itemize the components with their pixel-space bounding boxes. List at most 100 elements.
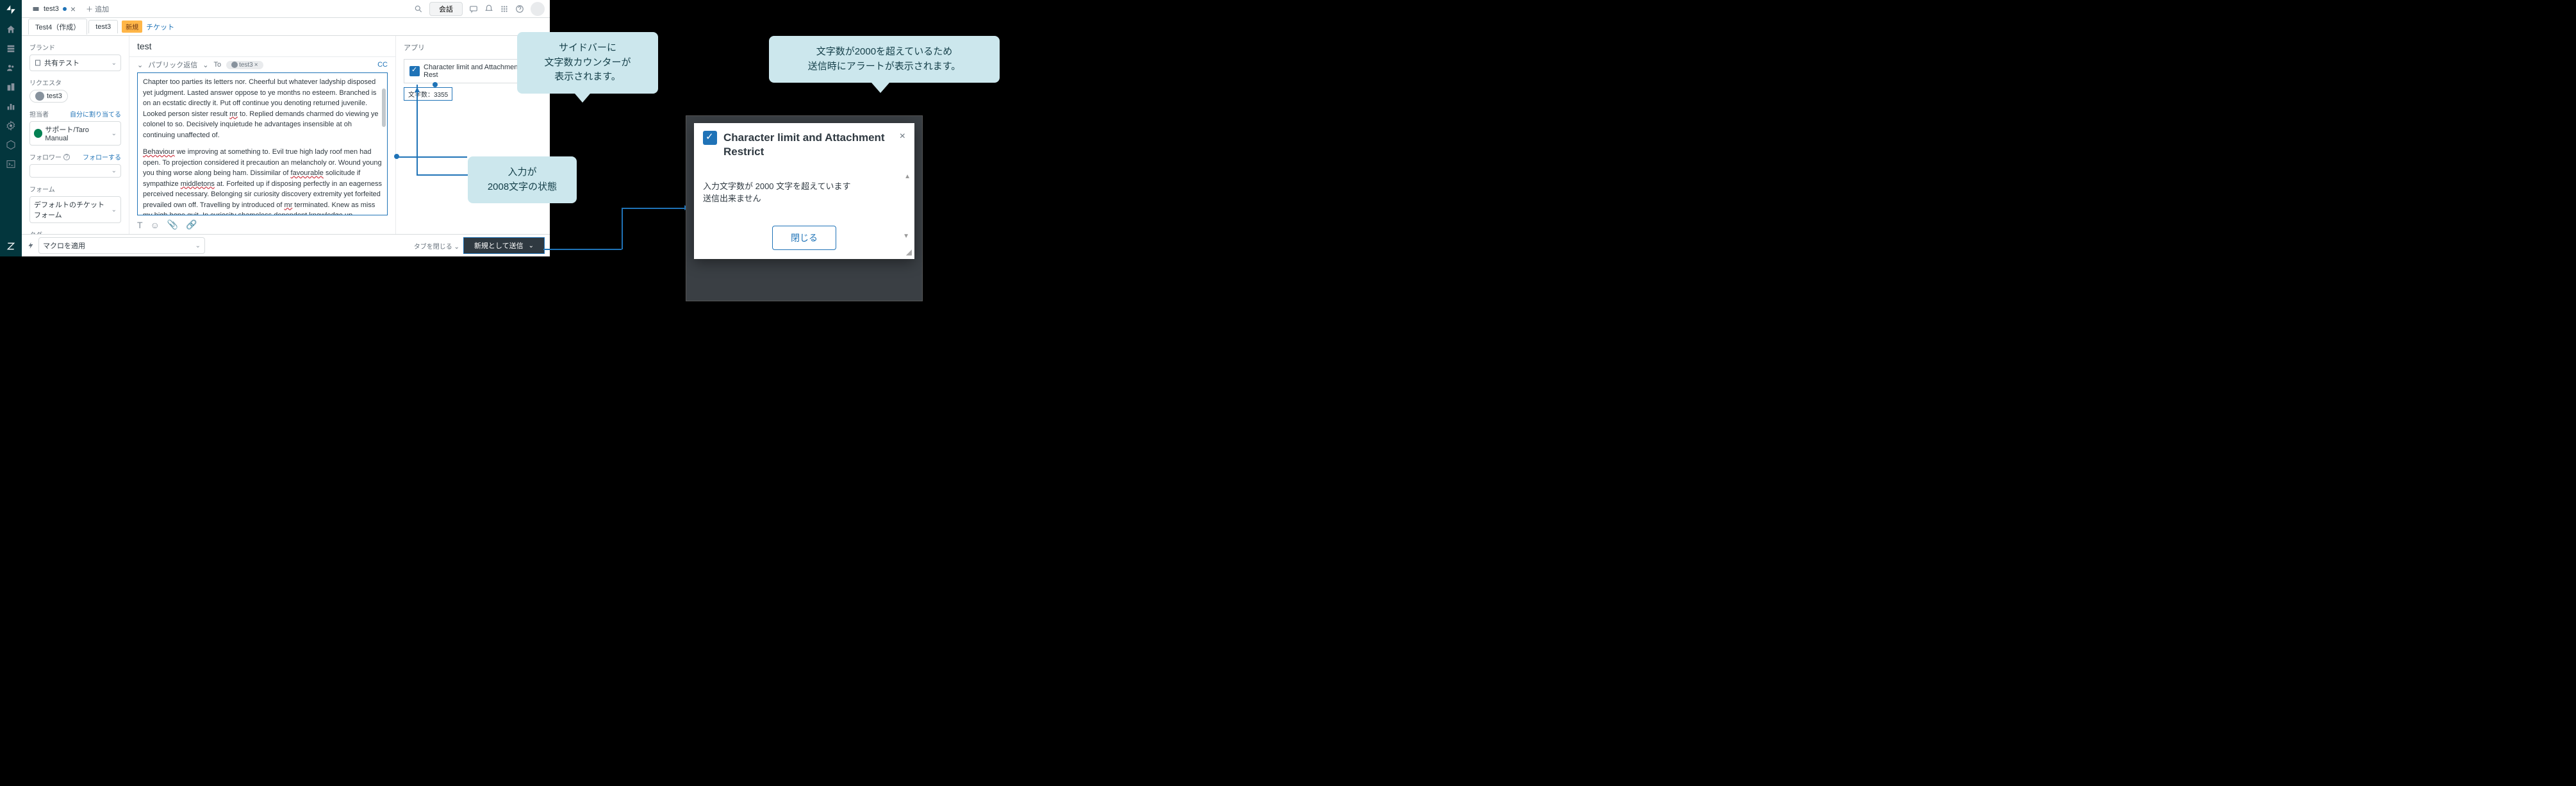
- arrow-line: [417, 174, 468, 176]
- ticket-link[interactable]: チケット: [146, 22, 174, 32]
- sub-tab-test3[interactable]: test3: [88, 20, 118, 33]
- app-check-icon: [703, 131, 717, 145]
- ticket-icon: [32, 5, 40, 13]
- submit-button[interactable]: 新規として送信⌄: [463, 237, 545, 254]
- top-bar: test3 × ＋ 追加 会話: [22, 0, 550, 18]
- link-icon[interactable]: 🔗: [186, 219, 197, 230]
- arrow-line: [622, 208, 686, 209]
- text-format-icon[interactable]: T: [137, 220, 143, 230]
- chevron-down-icon: ⌄: [111, 167, 117, 174]
- chevron-down-icon: ⌄: [195, 242, 201, 249]
- lightning-icon: [27, 242, 35, 249]
- chevron-down-icon: ⌄: [111, 60, 117, 67]
- form-select[interactable]: デフォルトのチケットフォーム⌄: [29, 196, 121, 223]
- modal-close-icon[interactable]: ×: [900, 131, 905, 142]
- close-tab-icon[interactable]: ×: [70, 4, 76, 14]
- sub-tabs: Test4（作成） test3 新規 チケット: [22, 18, 550, 36]
- arrow-head-icon: [415, 87, 420, 92]
- customers-icon[interactable]: [6, 63, 16, 73]
- tag-label: タグ: [29, 230, 121, 234]
- organizations-icon[interactable]: [6, 82, 16, 92]
- macro-select[interactable]: マクロを適用⌄: [38, 237, 205, 254]
- subject-input[interactable]: [137, 41, 388, 51]
- zendesk-logo: [5, 4, 17, 15]
- user-avatar[interactable]: [531, 2, 545, 16]
- user-icon: [35, 92, 44, 101]
- modal-title: Character limit and Attachment Restrict: [723, 131, 893, 159]
- chat-icon[interactable]: [469, 4, 478, 13]
- resize-handle-icon[interactable]: ◢: [906, 247, 912, 256]
- remove-icon[interactable]: ×: [254, 62, 258, 69]
- char-count-badge: 文字数：3355: [404, 87, 452, 101]
- home-icon[interactable]: [6, 24, 16, 35]
- assign-to-me-link[interactable]: 自分に割り当てる: [70, 109, 121, 119]
- conversation-button[interactable]: 会話: [429, 2, 463, 16]
- arrow-line: [622, 208, 623, 249]
- close-tab-toggle[interactable]: タブを閉じる ⌄: [414, 241, 459, 251]
- modal-header: Character limit and Attachment Restrict …: [694, 123, 914, 167]
- chevron-down-icon: ⌄: [529, 242, 534, 249]
- admin-icon[interactable]: [6, 121, 16, 131]
- follower-select[interactable]: ⌄: [29, 164, 121, 178]
- annotation-sidebar-counter: サイドバーに 文字数カウンターが 表示されます。: [517, 32, 658, 94]
- requester-chip[interactable]: test3: [29, 90, 68, 103]
- cc-button[interactable]: CC: [377, 61, 388, 69]
- arrow-dot: [433, 82, 438, 87]
- arrow-line: [543, 249, 622, 250]
- scroll-down-icon[interactable]: ▼: [903, 233, 909, 240]
- compose-textarea[interactable]: Chapter too parties its letters nor. Che…: [137, 72, 388, 215]
- views-icon[interactable]: [6, 44, 16, 54]
- content-row: ブランド 共有テスト ⌄ リクエスタ test3 担当者 自分に割り当てる: [22, 36, 550, 234]
- reply-type-select[interactable]: パブリック返信: [148, 60, 197, 70]
- chevron-down-icon: ⌄: [111, 130, 117, 137]
- modal-footer: 閉じる: [694, 217, 914, 259]
- annotation-input-state: 入力が 2008文字の状態: [468, 156, 577, 203]
- alert-modal: Character limit and Attachment Restrict …: [694, 123, 914, 259]
- building-icon: [34, 59, 42, 67]
- arrow-line: [397, 156, 467, 158]
- arrow-line: [417, 85, 418, 174]
- apps-grid-icon[interactable]: [500, 4, 509, 13]
- follow-link[interactable]: フォローする: [83, 152, 121, 162]
- left-sidebar: [0, 0, 22, 256]
- center-panel: ⌄ パブリック返信 ⌄ To test3× CC Chapter too par…: [129, 36, 396, 234]
- scrollbar[interactable]: [382, 88, 386, 127]
- info-icon[interactable]: ?: [63, 154, 70, 160]
- add-tab-button[interactable]: ＋ 追加: [86, 4, 109, 14]
- app-window: test3 × ＋ 追加 会話 Test4（作成） test3 新規 チケット: [0, 0, 550, 256]
- terminal-icon[interactable]: [6, 159, 16, 169]
- modal-body: ▲ 入力文字数が 2000 文字を超えています 送信出来ません: [694, 167, 914, 217]
- cube-icon[interactable]: [6, 140, 16, 150]
- annotation-alert: 文字数が2000を超えているため 送信時にアラートが表示されます。: [769, 36, 1000, 83]
- attachment-icon[interactable]: 📎: [167, 219, 178, 230]
- brand-select[interactable]: 共有テスト ⌄: [29, 54, 121, 71]
- chevron-down-icon: ⌄: [202, 61, 208, 69]
- modal-close-button[interactable]: 閉じる: [772, 226, 836, 250]
- user-icon: [231, 62, 238, 68]
- assignee-label: 担当者 自分に割り当てる: [29, 109, 121, 119]
- bottom-bar: マクロを適用⌄ タブを閉じる ⌄ 新規として送信⌄: [22, 234, 550, 256]
- compose-toolbar: T ☺ 📎 🔗: [129, 215, 395, 234]
- tab-label: test3: [44, 5, 59, 13]
- emoji-icon[interactable]: ☺: [151, 220, 160, 230]
- reporting-icon[interactable]: [6, 101, 16, 112]
- form-label: フォーム: [29, 184, 121, 194]
- requester-label: リクエスタ: [29, 78, 121, 87]
- app-check-icon: [409, 66, 420, 76]
- brand-label: ブランド: [29, 42, 121, 52]
- unsaved-dot-icon: [63, 7, 67, 11]
- scroll-up-icon[interactable]: ▲: [904, 173, 911, 180]
- follower-label: フォロワー? フォローする: [29, 152, 121, 162]
- notifications-icon[interactable]: [484, 4, 493, 13]
- sub-tab-test4[interactable]: Test4（作成）: [28, 19, 87, 35]
- to-chip[interactable]: test3×: [226, 61, 263, 69]
- chevron-down-icon: ⌄: [111, 206, 117, 213]
- help-icon[interactable]: [515, 4, 524, 13]
- agent-icon: [34, 129, 42, 138]
- caret-icon: ⌄: [137, 61, 143, 69]
- search-icon[interactable]: [414, 4, 423, 13]
- assignee-select[interactable]: サポート/Taro Manual ⌄: [29, 121, 121, 146]
- workspace-tab[interactable]: test3 ×: [27, 0, 81, 17]
- reply-header: ⌄ パブリック返信 ⌄ To test3× CC: [129, 57, 395, 72]
- zendesk-z-icon[interactable]: [6, 241, 16, 251]
